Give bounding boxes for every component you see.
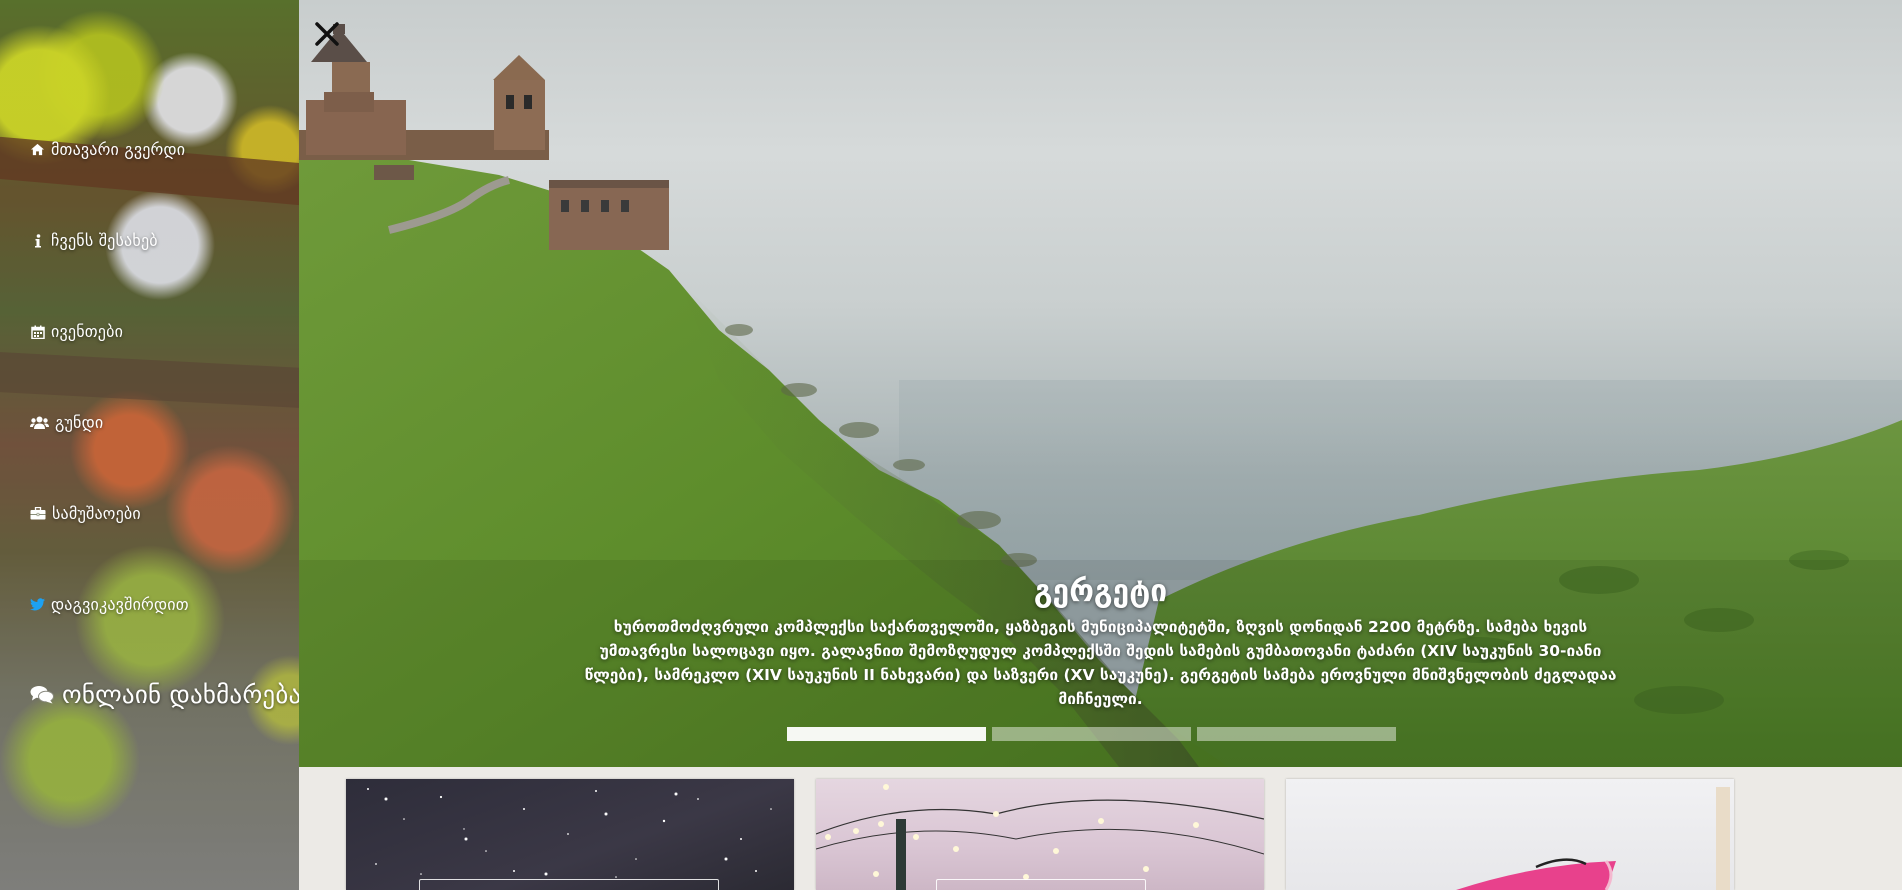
hero-carousel: გერგეტი ხუროთმოძღვრული კომპლექსი საქართვ… xyxy=(299,0,1902,767)
twitter-icon xyxy=(30,597,45,612)
notebook-image xyxy=(1456,787,1730,890)
carousel-indicator-2[interactable] xyxy=(992,727,1191,741)
carousel-indicator-1[interactable] xyxy=(787,727,986,741)
sidebar-item-online-help[interactable]: ონლაინ დახმარება xyxy=(30,680,299,709)
sidebar-item-home[interactable]: მთავარი გვერდი xyxy=(30,140,185,159)
briefcase-icon xyxy=(30,506,46,521)
close-button[interactable] xyxy=(311,18,343,50)
sidebar-item-label: მთავარი გვერდი xyxy=(51,140,186,159)
event-cards-row xyxy=(299,767,1902,890)
carousel-indicators xyxy=(787,727,1396,741)
sidebar-item-label: დაგვიკავშირდით xyxy=(51,595,189,614)
hero-description: ხუროთმოძღვრული კომპლექსი საქართველოში, ყ… xyxy=(584,618,1617,708)
sidebar-item-label: სამუშაოები xyxy=(52,504,141,523)
sidebar-item-team[interactable]: გუნდი xyxy=(30,413,103,432)
hero-caption: გერგეტი ხუროთმოძღვრული კომპლექსი საქართვ… xyxy=(499,574,1702,711)
event-card[interactable] xyxy=(816,779,1264,890)
sidebar-item-about[interactable]: ჩვენს შესახებ xyxy=(30,231,158,250)
info-icon xyxy=(30,233,45,248)
string-lights-image xyxy=(816,784,1264,890)
home-icon xyxy=(30,142,45,157)
sidebar-item-label: ჩვენს შესახებ xyxy=(51,231,158,250)
users-icon xyxy=(30,415,49,430)
card-button-frame xyxy=(419,879,719,890)
card-button-frame xyxy=(936,879,1146,890)
sidebar-item-events[interactable]: ივენთები xyxy=(30,322,123,341)
calendar-icon xyxy=(30,324,45,339)
sidebar-item-contact[interactable]: დაგვიკავშირდით xyxy=(30,595,189,614)
event-card[interactable] xyxy=(1286,779,1734,890)
carousel-indicator-3[interactable] xyxy=(1197,727,1396,741)
hero-title: გერგეტი xyxy=(1033,574,1168,609)
sidebar-item-jobs[interactable]: სამუშაოები xyxy=(30,504,141,523)
event-card[interactable] xyxy=(346,779,794,890)
starry-sky-image xyxy=(367,788,772,878)
sidebar: მთავარი გვერდი ჩვენს შესახებ ივენთები გუ… xyxy=(0,0,299,890)
close-icon xyxy=(315,22,339,46)
sidebar-item-label: ონლაინ დახმარება xyxy=(62,680,299,709)
sidebar-item-label: ივენთები xyxy=(51,322,124,341)
comments-icon xyxy=(30,685,54,705)
sidebar-item-label: გუნდი xyxy=(55,413,104,432)
